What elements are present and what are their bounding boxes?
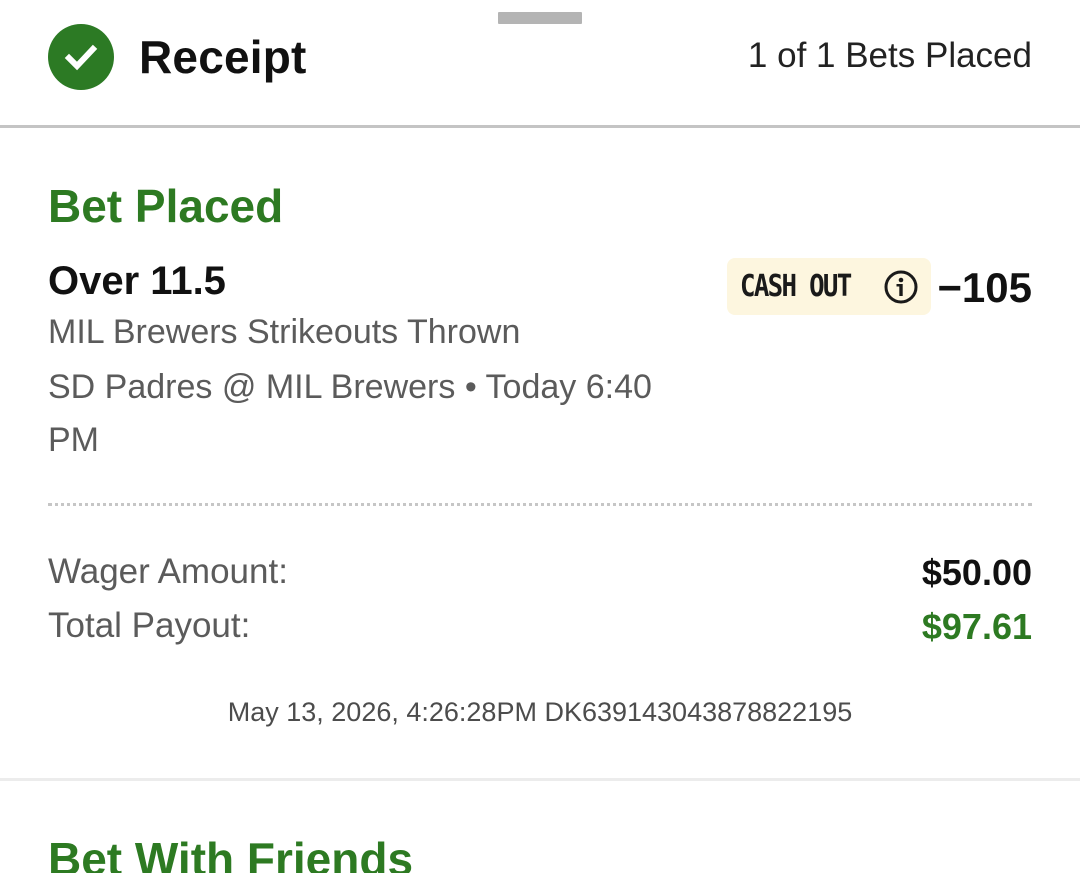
receipt-header: Receipt 1 of 1 Bets Placed bbox=[0, 0, 1080, 128]
wager-amount-label: Wager Amount: bbox=[48, 552, 288, 591]
bet-status: Bet Placed bbox=[48, 180, 284, 232]
bets-placed-count: 1 of 1 Bets Placed bbox=[747, 36, 1032, 75]
bet-card: Bet Placed Over 11.5 MIL Brewers Strikeo… bbox=[0, 131, 1080, 781]
receipt-sheet: Receipt 1 of 1 Bets Placed Bet Placed Ov… bbox=[0, 0, 1080, 873]
check-circle-icon bbox=[48, 24, 114, 90]
total-payout-value: $97.61 bbox=[921, 606, 1032, 647]
bet-odds: −105 bbox=[937, 264, 1032, 311]
bet-market: MIL Brewers Strikeouts Thrown bbox=[48, 313, 521, 351]
cash-out-button[interactable]: CASH OUT bbox=[727, 258, 931, 315]
wager-amount-value: $50.00 bbox=[921, 552, 1032, 593]
bet-event: SD Padres @ MIL Brewers • Today 6:40 PM bbox=[48, 368, 652, 459]
cash-out-label: CASH OUT bbox=[740, 269, 852, 304]
info-icon[interactable] bbox=[883, 269, 919, 305]
page-title: Receipt bbox=[139, 31, 307, 83]
dotted-divider bbox=[48, 503, 1032, 506]
bet-selection: Over 11.5 bbox=[48, 259, 226, 303]
total-payout-label: Total Payout: bbox=[48, 606, 251, 645]
bet-timestamp-id: May 13, 2026, 4:26:28PM DK63914304387882… bbox=[227, 697, 853, 727]
bet-with-friends-title: Bet With Friends bbox=[48, 833, 414, 873]
